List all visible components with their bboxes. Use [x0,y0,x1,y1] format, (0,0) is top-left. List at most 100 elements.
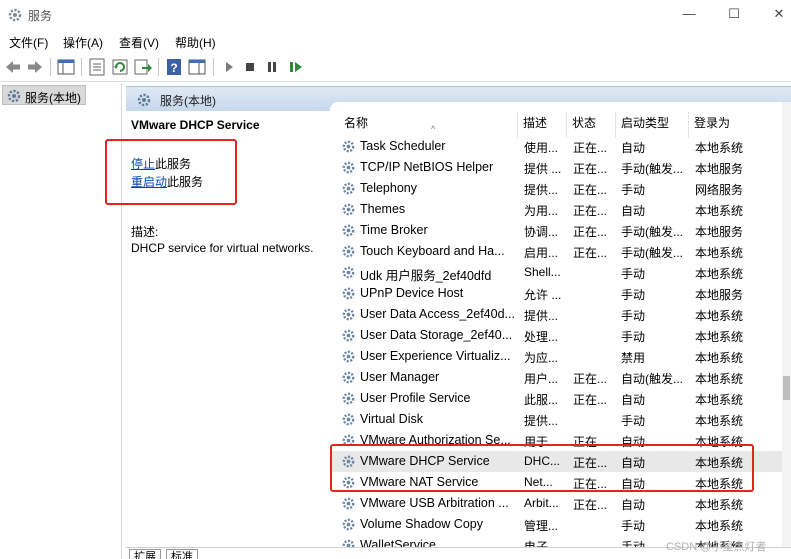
service-row[interactable]: User Manager 用户... 正在... 自动(触发... 本地系统 [330,367,785,388]
service-gear-icon [342,476,355,489]
service-row[interactable]: VMware NAT Service Net... 正在... 自动 本地系统 [330,472,785,493]
stop-service-link[interactable]: 停止 [131,157,155,171]
description-label: 描述: [131,225,159,239]
service-row[interactable]: Volume Shadow Copy 管理... 手动 本地系统 [330,514,785,535]
service-row[interactable]: User Experience Virtualiz... 为应... 禁用 本地系统 [330,346,785,367]
column-header-logon-as[interactable]: 登录为 [689,112,779,138]
services-list: 名称 ^ 描述 状态 启动类型 登录为 Task Scheduler 使用... 正… [330,102,791,547]
service-status-cell: 正在... [573,456,608,470]
service-row[interactable]: Virtual Disk 提供... 手动 本地系统 [330,409,785,430]
service-logon-cell: 本地系统 [695,372,744,386]
service-row[interactable]: VMware USB Arbitration ... Arbit... 正在... 自… [330,493,785,514]
service-row[interactable]: UPnP Device Host 允许 ... 手动 本地服务 [330,283,785,304]
pause-service-icon[interactable] [262,57,282,77]
service-status-cell: 正在... [573,498,608,512]
service-desc-cell: 协调... [524,225,559,239]
menu-view[interactable]: 查看(V) [119,34,159,51]
service-logon-cell: 本地系统 [695,267,744,281]
service-gear-icon [342,308,355,321]
toolbar-separator [50,58,51,76]
service-gear-icon [342,350,355,363]
service-status-cell: 正在... [573,477,608,491]
service-desc-cell: 启用... [524,246,559,260]
tab-standard[interactable]: 标准 [166,549,198,559]
service-desc-cell: 用于... [524,435,559,449]
properties-icon[interactable] [87,57,107,77]
service-name-cell: TCP/IP NetBIOS Helper [360,160,494,174]
column-header-startup-type[interactable]: 启动类型 [616,112,689,138]
service-row[interactable]: User Data Access_2ef40d... 提供... 手动 本地系统 [330,304,785,325]
service-row[interactable]: Themes 为用... 正在... 自动 本地系统 [330,199,785,220]
tab-extended[interactable]: 扩展 [129,549,161,559]
column-header-name[interactable]: 名称 ^ [339,112,518,138]
toolbar: ? [0,52,791,82]
window-title: 服务 [28,9,53,23]
restart-service-icon[interactable] [286,57,306,77]
service-name-cell: Udk 用户服务_2ef40dfd [360,269,492,283]
service-name-cell: User Manager [360,370,440,384]
service-name-cell: User Data Storage_2ef40... [360,328,513,342]
service-gear-icon [342,371,355,384]
refresh-icon[interactable] [110,57,130,77]
service-row[interactable]: Touch Keyboard and Ha... 启用... 正在... 手动(触发.… [330,241,785,262]
scrollbar-thumb[interactable] [783,376,790,400]
column-header-status[interactable]: 状态 [567,112,616,138]
service-row[interactable]: Udk 用户服务_2ef40dfd Shell... 手动 本地系统 [330,262,785,283]
selected-service-title: VMware DHCP Service [131,118,260,132]
restart-service-link[interactable]: 重启动 [131,175,167,189]
stop-service-action: 停止此服务 [131,155,191,172]
stop-service-icon[interactable] [240,57,260,77]
forward-arrow-icon[interactable] [25,57,45,77]
service-row[interactable]: Task Scheduler 使用... 正在... 自动 本地系统 [330,136,785,157]
service-desc-cell: 此服... [524,393,559,407]
service-desc-cell: 使用... [524,141,559,155]
service-row[interactable]: User Data Storage_2ef40... 处理... 手动 本地系统 [330,325,785,346]
description-text: DHCP service for virtual networks. [131,241,314,255]
service-startup-cell: 禁用 [621,351,646,365]
service-row[interactable]: User Profile Service 此服... 正在... 自动 本地系统 [330,388,785,409]
service-name-cell: User Data Access_2ef40d... [360,307,515,321]
menu-bar: 文件(F) 操作(A) 查看(V) 帮助(H) [0,30,791,52]
help-icon[interactable]: ? [164,57,184,77]
service-name-cell: VMware Authorization Se... [360,433,511,447]
service-startup-cell: 手动 [621,288,646,302]
service-gear-icon [342,140,355,153]
service-gear-icon [342,182,355,195]
service-desc-cell: 提供... [524,414,559,428]
service-gear-icon [342,455,355,468]
start-service-icon[interactable] [219,57,239,77]
column-header-description[interactable]: 描述 [518,112,567,138]
back-arrow-icon[interactable] [3,57,23,77]
service-logon-cell: 网络服务 [695,183,744,197]
service-name-cell: Task Scheduler [360,139,446,153]
export-list-icon[interactable] [133,57,153,77]
vertical-scrollbar[interactable] [782,102,791,547]
minimize-button[interactable]: — [678,4,700,24]
service-startup-cell: 自动 [621,498,646,512]
service-startup-cell: 自动 [621,477,646,491]
service-startup-cell: 自动 [621,204,646,218]
service-row[interactable]: Telephony 提供... 正在... 手动 网络服务 [330,178,785,199]
maximize-button[interactable]: ☐ [723,4,745,24]
service-desc-cell: 提供... [524,183,559,197]
show-hide-pane-icon[interactable] [187,57,207,77]
service-startup-cell: 自动 [621,456,646,470]
service-startup-cell: 手动 [621,519,646,533]
close-button[interactable]: ✕ [768,4,790,24]
service-row[interactable]: Time Broker 协调... 正在... 手动(触发... 本地服务 [330,220,785,241]
console-tree-icon[interactable] [56,57,76,77]
menu-file[interactable]: 文件(F) [9,34,48,51]
tree-item-services-local[interactable]: 服务(本地) [2,85,86,105]
menu-help[interactable]: 帮助(H) [175,34,216,51]
service-startup-cell: 自动 [621,141,646,155]
svg-text:?: ? [170,61,177,75]
menu-action[interactable]: 操作(A) [63,34,103,51]
service-row[interactable]: VMware Authorization Se... 用于... 正在... 自动 本地… [330,430,785,451]
service-row[interactable]: VMware DHCP Service DHC... 正在... 自动 本地系统 [330,451,785,472]
service-logon-cell: 本地系统 [695,435,744,449]
column-header-name-label: 名称 [344,116,369,130]
service-row[interactable]: TCP/IP NetBIOS Helper 提供 ... 正在... 手动(触发...… [330,157,785,178]
service-name-cell: Touch Keyboard and Ha... [360,244,505,258]
service-status-cell: 正在... [573,246,608,260]
service-desc-cell: 处理... [524,330,559,344]
